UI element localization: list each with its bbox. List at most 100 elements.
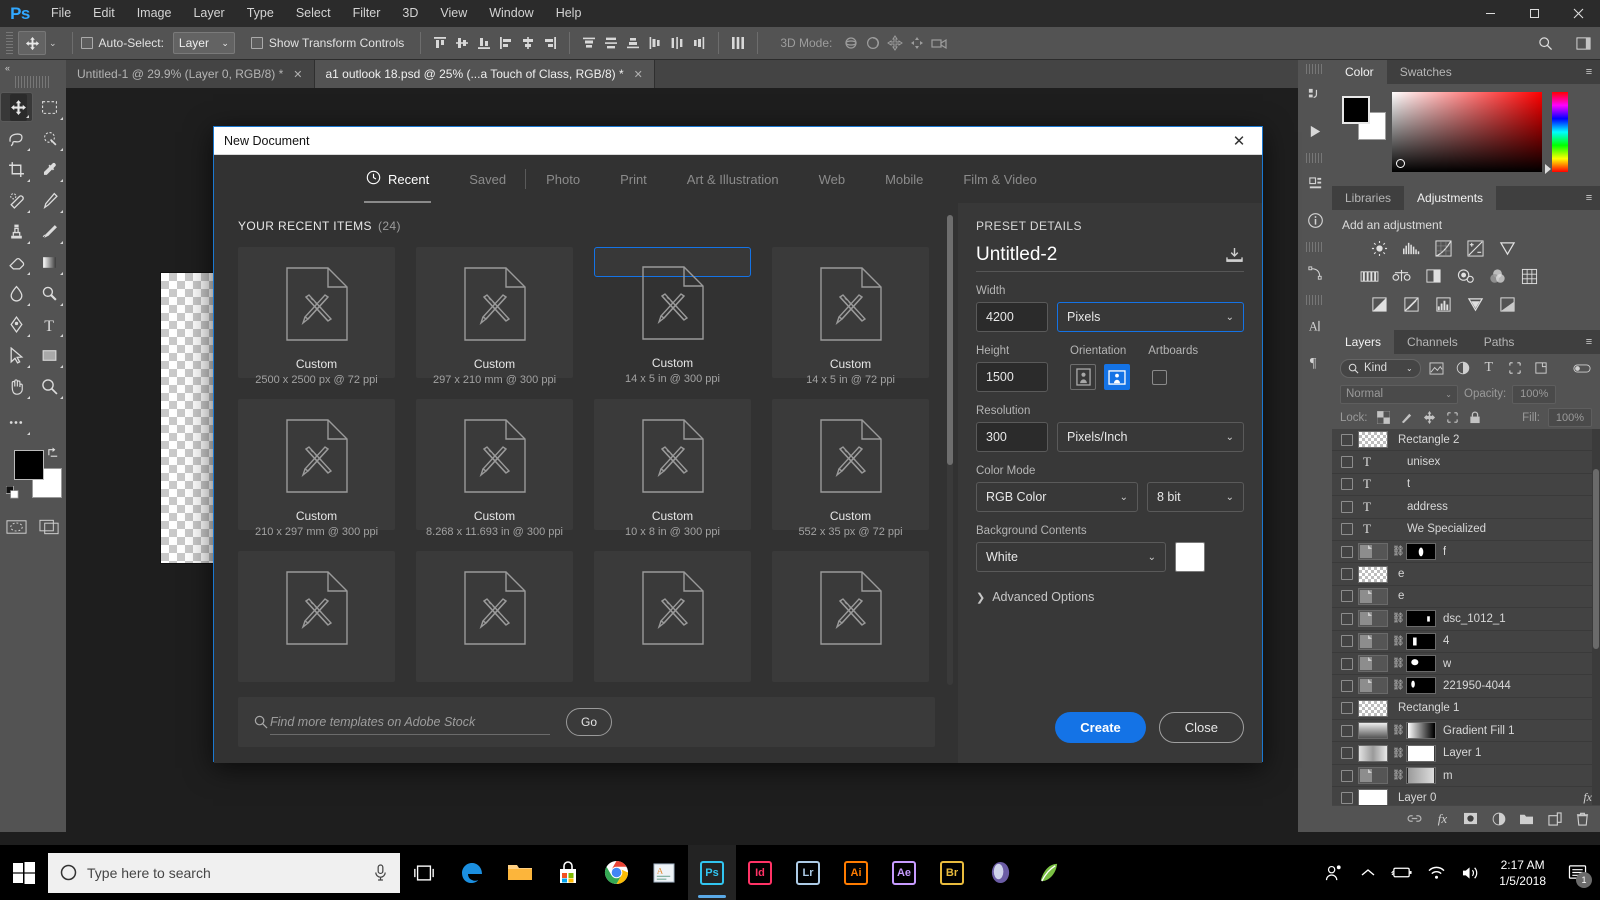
- menu-image[interactable]: Image: [126, 0, 183, 27]
- recent-item-card[interactable]: Custom2500 x 2500 px @ 72 ppi: [238, 247, 395, 378]
- layer-thumbnail[interactable]: [1358, 767, 1388, 784]
- layer-thumbnail[interactable]: [1358, 543, 1388, 560]
- menu-select[interactable]: Select: [285, 0, 342, 27]
- minimize-button[interactable]: [1468, 0, 1512, 27]
- mask-link-icon[interactable]: ⛓: [1392, 636, 1403, 647]
- taskbar-app-file-explorer[interactable]: [496, 845, 544, 900]
- mask-link-icon[interactable]: ⛓: [1392, 658, 1403, 669]
- new-group-icon[interactable]: [1519, 811, 1534, 826]
- history-icon[interactable]: [1298, 77, 1332, 113]
- dialog-tab-saved[interactable]: Saved: [449, 155, 526, 203]
- zoom-tool-icon[interactable]: [33, 371, 66, 402]
- menu-3d[interactable]: 3D: [391, 0, 429, 27]
- menu-file[interactable]: File: [40, 0, 82, 27]
- align-bottom-edges-icon[interactable]: [473, 32, 495, 54]
- taskbar-app-illustrator[interactable]: Ai: [832, 845, 880, 900]
- horizontal-type-tool-icon[interactable]: T: [33, 309, 66, 340]
- 3d-camera-icon[interactable]: [928, 32, 950, 54]
- orientation-portrait-button[interactable]: [1070, 364, 1096, 390]
- search-icon[interactable]: [1534, 32, 1556, 54]
- align-top-edges-icon[interactable]: [429, 32, 451, 54]
- close-tab-icon[interactable]: ✕: [293, 68, 302, 81]
- menu-view[interactable]: View: [429, 0, 478, 27]
- recent-item-card[interactable]: [772, 551, 929, 682]
- pen-tool-icon[interactable]: [0, 309, 33, 340]
- hand-tool-icon[interactable]: [0, 371, 33, 402]
- hue-slider-handle[interactable]: [1545, 164, 1551, 174]
- layer-visibility-toggle[interactable]: [1336, 563, 1358, 585]
- layer-style-icon[interactable]: fx: [1435, 811, 1450, 826]
- distribute-horizontal-centers-icon[interactable]: [666, 32, 688, 54]
- battery-icon[interactable]: [1385, 845, 1419, 900]
- document-canvas[interactable]: [161, 273, 213, 563]
- 3d-slide-icon[interactable]: [906, 32, 928, 54]
- menu-layer[interactable]: Layer: [182, 0, 235, 27]
- panel-menu-icon[interactable]: ≡: [1578, 60, 1600, 84]
- taskbar-app-chrome[interactable]: [592, 845, 640, 900]
- rectangle-tool-icon[interactable]: [33, 340, 66, 371]
- width-input[interactable]: 4200: [976, 302, 1048, 332]
- stock-go-button[interactable]: Go: [566, 708, 612, 736]
- layer-mask-thumbnail[interactable]: [1406, 655, 1436, 672]
- dialog-tab-art-illustration[interactable]: Art & Illustration: [667, 155, 799, 203]
- align-horizontal-centers-icon[interactable]: [517, 32, 539, 54]
- layer-row[interactable]: Rectangle 1: [1332, 698, 1600, 720]
- align-right-edges-icon[interactable]: [539, 32, 561, 54]
- actions-play-icon[interactable]: [1298, 113, 1332, 149]
- distribute-right-edges-icon[interactable]: [688, 32, 710, 54]
- paragraph-panel-icon[interactable]: ¶: [1298, 344, 1332, 380]
- color-foreground-swatch[interactable]: [1342, 96, 1370, 124]
- mask-link-icon[interactable]: ⛓: [1392, 770, 1403, 781]
- quick-mask-icon[interactable]: [0, 514, 33, 540]
- layer-row[interactable]: ⛓dsc_1012_1: [1332, 608, 1600, 630]
- workspace-switcher-icon[interactable]: [1572, 32, 1594, 54]
- panel-tab-swatches[interactable]: Swatches: [1387, 60, 1465, 84]
- document-tab[interactable]: a1 outlook 18.psd @ 25% (...a Touch of C…: [315, 60, 655, 88]
- layer-visibility-toggle[interactable]: [1336, 496, 1358, 518]
- recent-item-card[interactable]: [238, 551, 395, 682]
- recent-item-card[interactable]: Custom14 x 5 in @ 300 ppi: [594, 247, 751, 277]
- document-tab[interactable]: Untitled-1 @ 29.9% (Layer 0, RGB/8) *✕: [66, 60, 315, 88]
- taskbar-app-task-view[interactable]: [400, 845, 448, 900]
- move-tool-icon[interactable]: [18, 31, 46, 55]
- blend-mode-select[interactable]: Normal ⌄: [1340, 385, 1458, 404]
- taskbar-app-news[interactable]: A: [640, 845, 688, 900]
- filter-toggle-icon[interactable]: [1572, 359, 1592, 378]
- filter-pixel-icon[interactable]: [1427, 359, 1447, 378]
- wifi-icon[interactable]: [1419, 845, 1453, 900]
- templates-scrollbar-thumb[interactable]: [947, 215, 953, 465]
- close-button[interactable]: [1556, 0, 1600, 27]
- dialog-tab-recent[interactable]: Recent: [346, 155, 449, 203]
- distribute-vertical-centers-icon[interactable]: [600, 32, 622, 54]
- taskbar-clock[interactable]: 2:17 AM 1/5/2018: [1487, 857, 1558, 889]
- distribute-left-edges-icon[interactable]: [644, 32, 666, 54]
- layer-mask-thumbnail[interactable]: [1406, 543, 1436, 560]
- layer-row[interactable]: ⛓Gradient Fill 1: [1332, 720, 1600, 742]
- color-balance-icon[interactable]: [1390, 266, 1412, 286]
- layer-row[interactable]: ⛓f: [1332, 541, 1600, 563]
- foreground-color-swatch[interactable]: [14, 450, 44, 480]
- align-left-edges-icon[interactable]: [495, 32, 517, 54]
- gradient-tool-icon[interactable]: [33, 247, 66, 278]
- recent-item-card[interactable]: Custom552 x 35 px @ 72 ppi: [772, 399, 929, 530]
- rail-grip-3[interactable]: [1306, 242, 1324, 252]
- layer-visibility-toggle[interactable]: [1336, 608, 1358, 630]
- layer-thumbnail[interactable]: [1358, 566, 1388, 583]
- color-spectrum-field[interactable]: [1392, 92, 1542, 172]
- panel-menu-icon[interactable]: ≡: [1578, 330, 1600, 354]
- panel-tab-layers[interactable]: Layers: [1332, 330, 1394, 354]
- selective-color-icon[interactable]: [1496, 294, 1518, 314]
- lock-all-icon[interactable]: [1468, 410, 1483, 425]
- options-grip[interactable]: [6, 32, 13, 54]
- layer-visibility-toggle[interactable]: [1336, 473, 1358, 495]
- show-transform-checkbox[interactable]: [251, 37, 263, 49]
- vibrance-icon[interactable]: [1496, 238, 1518, 258]
- filter-shape-icon[interactable]: [1505, 359, 1525, 378]
- link-layers-icon[interactable]: [1407, 811, 1422, 826]
- recent-item-card[interactable]: Custom297 x 210 mm @ 300 ppi: [416, 247, 573, 378]
- resolution-input[interactable]: 300: [976, 422, 1048, 452]
- taskbar-app-app-13[interactable]: [976, 845, 1024, 900]
- stock-search-input[interactable]: Find more templates on Adobe Stock: [270, 709, 550, 735]
- tools-grip[interactable]: [15, 76, 51, 88]
- levels-icon[interactable]: [1400, 238, 1422, 258]
